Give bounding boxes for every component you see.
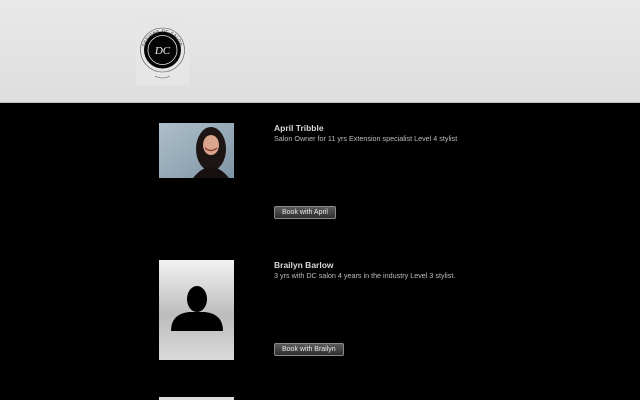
logo-emblem-icon: DESIGNS DC SALON DC	[140, 27, 185, 79]
staff-name: Brailyn Barlow	[274, 260, 334, 270]
staff-name: April Tribble	[274, 123, 324, 133]
staff-photo	[159, 123, 234, 178]
site-header: DESIGNS DC SALON DC	[0, 0, 640, 103]
default-avatar-silhouette-icon	[159, 260, 234, 360]
portrait-photo	[159, 123, 234, 178]
staff-list: April Tribble Salon Owner for 11 yrs Ext…	[0, 103, 640, 400]
salon-logo[interactable]: DESIGNS DC SALON DC	[136, 16, 189, 85]
staff-bio: Salon Owner for 11 yrs Extension special…	[274, 134, 458, 143]
staff-photo	[159, 260, 234, 360]
logo-initials: DC	[154, 45, 171, 57]
staff-bio: 3 yrs with DC salon 4 years in the indus…	[274, 271, 456, 280]
book-with-april-button[interactable]: Book with April	[274, 206, 336, 219]
book-with-brailyn-button[interactable]: Book with Brailyn	[274, 343, 344, 356]
